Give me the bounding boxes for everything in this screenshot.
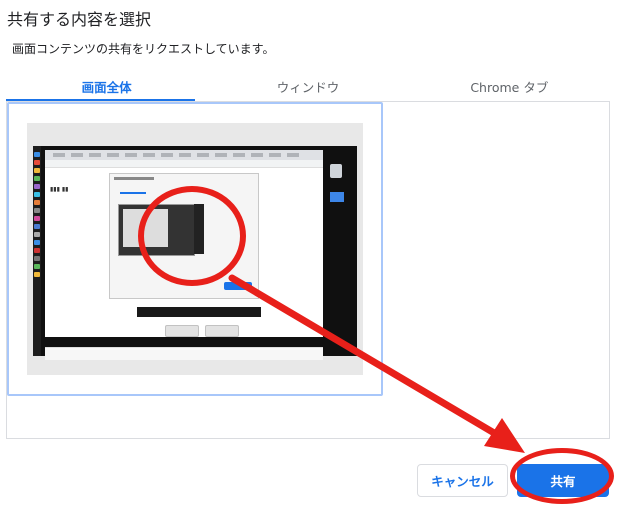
annotation-circle-share-button xyxy=(510,448,614,504)
cancel-button[interactable]: キャンセル xyxy=(417,464,508,497)
annotation-circle-thumbnail xyxy=(138,186,246,286)
annotation-arrow xyxy=(228,274,525,453)
